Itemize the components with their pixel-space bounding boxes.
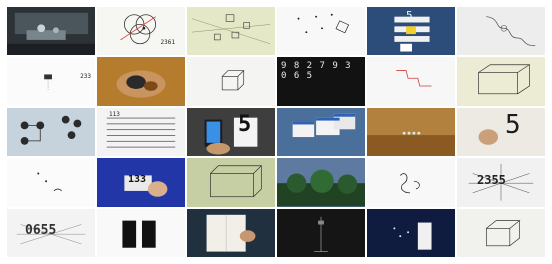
hands-photo-image [97, 57, 185, 106]
phone-digit-image [187, 107, 275, 157]
tile-striped-page-lines[interactable]: 113 [97, 107, 185, 157]
red-squiggle-image [367, 57, 455, 106]
node-graph-image [7, 107, 95, 157]
tile-black-blocks-on-white[interactable] [97, 208, 185, 257]
scattered-digits-text: 9 8 2 7 9 3 0 6 5 [281, 61, 351, 82]
dark-desk-image [7, 7, 95, 56]
squiggle-image [457, 7, 545, 56]
tile-node-graph-diagram[interactable] [7, 107, 95, 157]
tile-scattered-digits-black[interactable]: 9 8 2 7 9 3 0 6 5 [277, 57, 365, 106]
tile-cubes-on-grid-sketch[interactable] [187, 7, 275, 56]
tile-wireframe-box-cream[interactable] [457, 57, 545, 106]
blue-card-number-label: 133 [128, 174, 147, 186]
lcd-image [7, 57, 95, 106]
tile-red-line-squiggle[interactable] [367, 57, 455, 106]
cubes-sketch-image [187, 7, 275, 56]
spiky-number-label: 2355 [477, 173, 506, 188]
tile-book-page-photo[interactable] [187, 208, 275, 257]
video-thumbnail-grid: 2361 5 233 9 8 2 7 9 3 0 6 5 113 5 5 133… [7, 7, 545, 257]
fuzzy-number-label: 0655 [25, 222, 57, 238]
tile-venn-circles-diagram[interactable]: 2361 [97, 7, 185, 56]
tile-phone-digit-photo[interactable]: 5 [187, 107, 275, 157]
orange-wall-image [367, 107, 455, 157]
hand-drawn-five-image [457, 107, 545, 157]
tile-squiggle-line-drawing[interactable] [457, 7, 545, 56]
tile-cube-outline-sketch[interactable] [187, 57, 275, 106]
trees-sky-image [277, 158, 365, 207]
desktop-screens-image [277, 107, 365, 157]
tile-dots-and-cube-sketch[interactable] [277, 7, 365, 56]
striped-page-number: 113 [109, 110, 120, 118]
cube-outline-image [187, 57, 275, 106]
tile-dark-stand-silhouette[interactable] [277, 208, 365, 257]
tile-fuzzy-number-white[interactable]: 0655 [7, 208, 95, 257]
black-blocks-image [97, 208, 185, 257]
phone-digit-label: 5 [238, 111, 252, 137]
tile-trees-and-sky-photo[interactable] [277, 158, 365, 207]
tile-windows-desktop-screens[interactable] [277, 107, 365, 157]
tile-white-squiggle-small[interactable] [367, 158, 455, 207]
small-squiggle-image [367, 158, 455, 207]
tile-hand-drawn-five[interactable]: 5 [457, 107, 545, 157]
dots-cube-image [277, 7, 365, 56]
tile-hands-on-wood-photo[interactable] [97, 57, 185, 106]
pale-cube-image [457, 208, 545, 257]
perspective-box-image [187, 158, 275, 207]
blue-night-image [367, 208, 455, 257]
tile-dark-desk-scene[interactable] [7, 7, 95, 56]
dark-stand-image [277, 208, 365, 257]
wireframe-box-image [457, 57, 545, 106]
tile-white-minimal-dots[interactable] [7, 158, 95, 207]
tile-blue-night-with-card[interactable] [367, 208, 455, 257]
book-page-image [187, 208, 275, 257]
venn-image [97, 7, 185, 56]
tile-orange-wall-dots-photo[interactable] [367, 107, 455, 157]
hand-drawn-digit: 5 [505, 109, 521, 140]
tile-blue-panel-number-five[interactable]: 5 [367, 7, 455, 56]
tile-blue-card-number[interactable]: 133 [97, 158, 185, 207]
tile-digit-lcd-tiny[interactable]: 233 [7, 57, 95, 106]
blue-panel-digit: 5 [406, 9, 413, 22]
minimal-dots-image [7, 158, 95, 207]
tile-cube-sketch-pale[interactable] [457, 208, 545, 257]
venn-number-label: 2361 [160, 39, 175, 47]
lcd-number-label: 233 [80, 73, 91, 81]
tile-spiky-number-burst[interactable]: 2355 [457, 158, 545, 207]
tile-perspective-box-green[interactable] [187, 158, 275, 207]
